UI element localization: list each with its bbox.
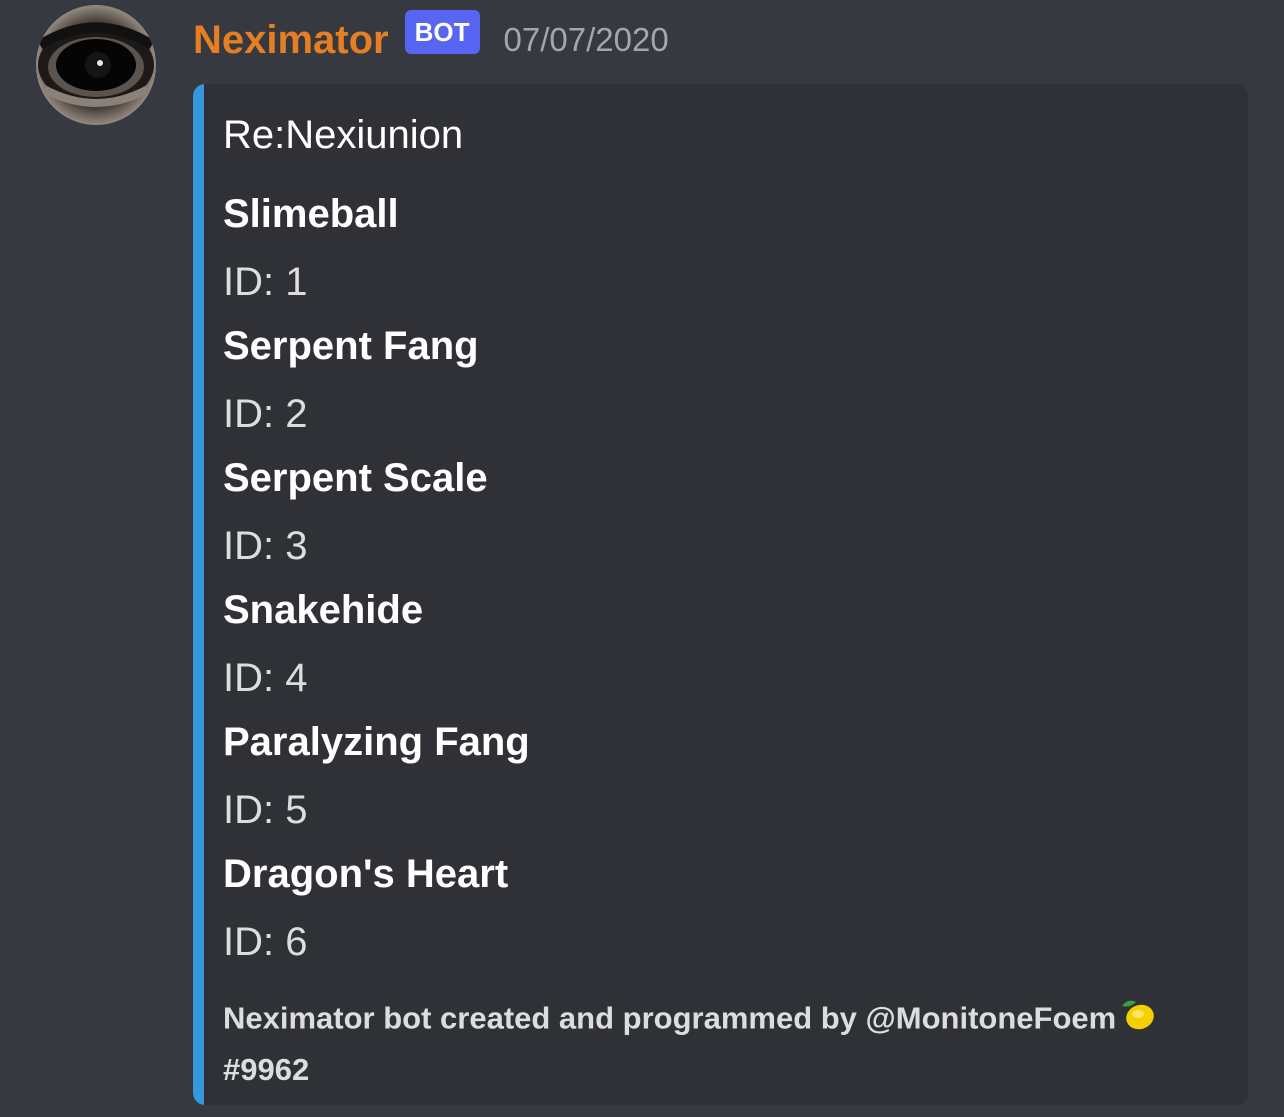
embed-accent-bar xyxy=(193,84,204,1105)
field-name: Snakehide xyxy=(223,588,424,632)
field-value: ID: 4 xyxy=(223,656,308,700)
field-name: Dragon's Heart xyxy=(223,852,509,896)
field-name: Serpent Scale xyxy=(223,456,488,500)
message-header: Neximator BOT 07/07/2020 xyxy=(193,10,669,68)
timestamp: 07/07/2020 xyxy=(503,21,669,58)
field-value: ID: 1 xyxy=(223,260,308,304)
field-name: Serpent Fang xyxy=(223,324,479,368)
footer-tag: #9962 xyxy=(223,1052,310,1087)
embed-title: Re:Nexiunion xyxy=(223,113,464,157)
avatar[interactable] xyxy=(36,5,156,125)
field-value: ID: 5 xyxy=(223,788,308,832)
embed-footer: Neximator bot created and programmed by … xyxy=(223,994,1213,1093)
field-value: ID: 6 xyxy=(223,920,308,964)
field-value: ID: 2 xyxy=(223,392,308,436)
lemon-icon xyxy=(1118,994,1158,1047)
field-name: Slimeball xyxy=(223,192,399,236)
footer-text: Neximator bot created and programmed by … xyxy=(223,1000,1117,1036)
eye-icon xyxy=(37,22,155,107)
field-value: ID: 3 xyxy=(223,524,308,568)
embed: Re:Nexiunion Slimeball ID: 1 Serpent Fan… xyxy=(193,84,1248,1105)
chat-message: Neximator BOT 07/07/2020 Re:Nexiunion Sl… xyxy=(0,0,1284,1117)
field-name: Paralyzing Fang xyxy=(223,720,530,764)
bot-badge: BOT xyxy=(404,10,480,54)
username[interactable]: Neximator xyxy=(193,12,389,68)
